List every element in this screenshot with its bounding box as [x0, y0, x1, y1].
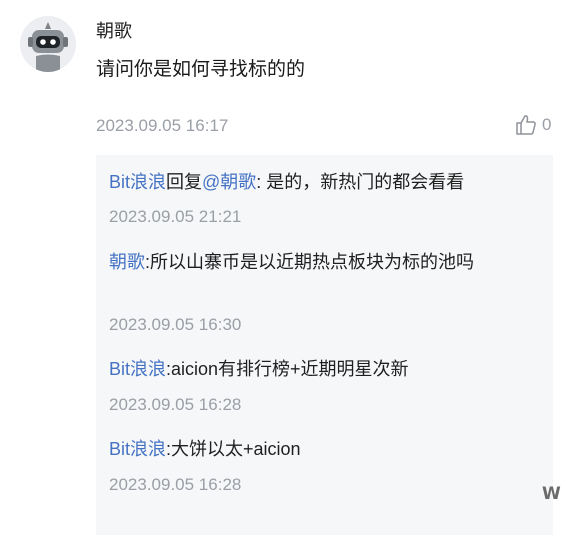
reply-author[interactable]: Bit浪浪	[109, 172, 166, 192]
watermark: W	[542, 484, 561, 504]
reply-timestamp: 2023.09.05 16:28	[109, 475, 242, 494]
reply-author[interactable]: 朝歌	[109, 252, 145, 272]
reply-author[interactable]: Bit浪浪	[109, 439, 166, 459]
reply-mention[interactable]: @朝歌	[202, 172, 256, 192]
reply-item: Bit浪浪回复@朝歌: 是的，新热门的都会看看	[109, 169, 464, 195]
reply-text: :aicion有排行榜+近期明星次新	[166, 359, 409, 379]
reply-timestamp: 2023.09.05 21:21	[109, 207, 242, 226]
reply-text: : 是的，新热门的都会看看	[256, 172, 465, 192]
reply-thread: Bit浪浪回复@朝歌: 是的，新热门的都会看看 2023.09.05 21:21…	[96, 155, 553, 535]
comment-username[interactable]: 朝歌	[96, 18, 132, 44]
comment-text: 请问你是如何寻找标的的	[96, 59, 306, 80]
robot-avatar-icon	[20, 16, 76, 72]
comment-timestamp: 2023.09.05 16:17	[96, 116, 229, 135]
like-button[interactable]: 0	[514, 110, 551, 140]
reply-text: :大饼以太+aicion	[166, 439, 301, 459]
reply-author[interactable]: Bit浪浪	[109, 359, 166, 379]
reply-timestamp: 2023.09.05 16:28	[109, 395, 242, 414]
reply-keyword: 回复	[166, 172, 203, 192]
reply-item: Bit浪浪:aicion有排行榜+近期明星次新	[109, 356, 409, 382]
reply-timestamp: 2023.09.05 16:30	[109, 315, 242, 334]
reply-item: 朝歌:所以山寨币是以近期热点板块为标的池吗	[109, 249, 474, 275]
thumbs-up-icon	[516, 115, 536, 135]
avatar[interactable]	[20, 16, 76, 72]
like-count: 0	[542, 115, 552, 134]
reply-text: :所以山寨币是以近期热点板块为标的池吗	[145, 252, 474, 272]
reply-item: Bit浪浪:大饼以太+aicion	[109, 436, 301, 462]
